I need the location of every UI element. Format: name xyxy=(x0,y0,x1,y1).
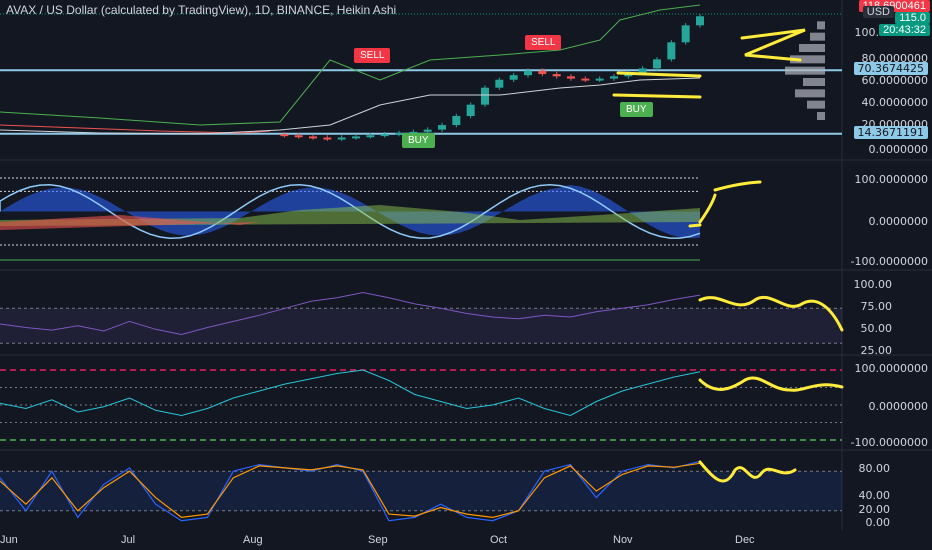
date-label: Jun xyxy=(0,534,18,546)
currency-label: USD xyxy=(862,6,894,18)
rsi-tick: 100.00 xyxy=(853,278,893,291)
osc-projection xyxy=(688,180,762,228)
projection-levels xyxy=(612,71,702,99)
price-tick: 40.0000000 xyxy=(861,96,928,109)
cci-tick: 100.0000000 xyxy=(854,362,928,375)
stoch-tick: 20.00 xyxy=(858,503,891,516)
candle-body xyxy=(438,125,446,130)
candle-body xyxy=(495,79,504,88)
countdown-tag: 20:43:32 xyxy=(879,24,930,36)
candle-body xyxy=(337,137,346,140)
volume-profile-bar xyxy=(817,112,825,120)
candle-body xyxy=(380,134,389,137)
candle-body xyxy=(294,135,303,138)
oscillator-pane xyxy=(0,177,701,261)
buy-signal: BUY xyxy=(620,102,653,117)
candle-body xyxy=(423,129,432,132)
stoch-tick: 40.00 xyxy=(858,489,891,502)
date-label: Dec xyxy=(735,534,755,546)
candle-body xyxy=(567,76,575,79)
rsi-pane xyxy=(0,291,842,344)
rsi-band xyxy=(0,308,842,344)
candle-body xyxy=(696,16,704,26)
candle-body xyxy=(509,75,518,80)
date-label: Jul xyxy=(121,534,136,546)
chart-canvas xyxy=(0,0,932,530)
price-pane xyxy=(0,4,842,141)
cci-projection xyxy=(698,376,844,392)
osc-tick: 0.0000000 xyxy=(868,215,929,228)
pane-separators xyxy=(0,0,932,530)
date-label: Sep xyxy=(368,534,388,546)
cci-tick: 0.0000000 xyxy=(868,400,929,413)
volume-profile-bar xyxy=(785,66,825,75)
rsi-tick: 25.00 xyxy=(860,344,893,357)
candle-body xyxy=(653,59,661,69)
last-price-tag: 115.0 xyxy=(895,12,930,24)
volume-profile-bar xyxy=(803,78,825,86)
date-label: Oct xyxy=(490,534,508,546)
candle-body xyxy=(538,70,547,75)
date-label: Nov xyxy=(613,534,633,546)
stoch-tick: 80.00 xyxy=(858,462,891,475)
buy-signal: BUY xyxy=(402,133,435,148)
volume-profile-bar xyxy=(799,44,825,52)
candle-body xyxy=(681,25,690,43)
candle-body xyxy=(667,42,676,60)
upper-band xyxy=(0,4,701,126)
candle-body xyxy=(309,136,317,139)
candle-body xyxy=(280,134,289,137)
candle-body xyxy=(466,104,475,116)
cci-pane xyxy=(0,369,842,441)
support-tag: 14.3671191 xyxy=(853,126,928,139)
price-tick: 60.0000000 xyxy=(861,74,928,87)
candle-body xyxy=(366,135,375,138)
early-price-line xyxy=(0,124,271,134)
cci-line xyxy=(0,369,701,417)
candle-body xyxy=(581,78,590,81)
date-label: Aug xyxy=(243,534,263,546)
candle-body xyxy=(352,136,360,139)
price-tick: 0.0000000 xyxy=(868,143,929,156)
candle-body xyxy=(552,74,561,77)
candle-body xyxy=(323,137,332,140)
candle-body xyxy=(481,87,489,105)
candle-body xyxy=(638,68,647,73)
rsi-tick: 75.00 xyxy=(860,300,893,313)
candle-body xyxy=(524,70,532,76)
rsi-tick: 50.00 xyxy=(860,322,893,335)
cci-tick: -100.0000000 xyxy=(850,436,928,449)
sell-signal: SELL xyxy=(525,35,562,50)
lower-band xyxy=(0,77,701,135)
stoch-pane xyxy=(0,460,842,522)
sell-signal: SELL xyxy=(354,48,391,63)
osc-tick: -100.0000000 xyxy=(850,255,928,268)
volume-profile-bar xyxy=(810,32,825,41)
candle-body xyxy=(610,76,618,79)
projection-scribbles xyxy=(612,28,844,483)
osc-tick: 100.0000000 xyxy=(854,173,928,186)
candle-body xyxy=(595,78,604,81)
volume-profile-bar xyxy=(817,21,825,30)
volume-profile-bar xyxy=(795,89,825,98)
stoch-tick: 0.00 xyxy=(865,516,891,529)
chart-title: AVAX / US Dollar (calculated by TradingV… xyxy=(6,3,397,17)
volume-profile-bar xyxy=(807,100,825,109)
candle-body xyxy=(452,116,461,126)
